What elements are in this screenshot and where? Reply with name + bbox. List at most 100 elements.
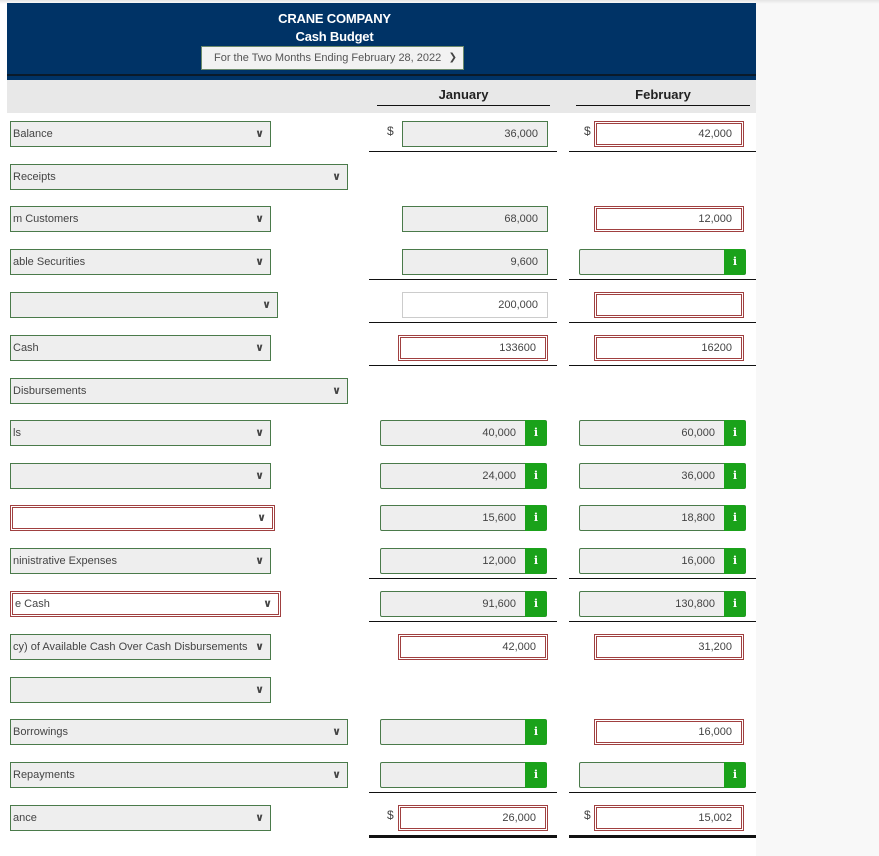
february-amount-input[interactable]: 12,000	[594, 206, 744, 232]
february-total-rule	[569, 835, 756, 838]
amount-value: 9,600	[510, 256, 538, 268]
chevron-down-icon: ∨	[263, 598, 272, 610]
row-label-dropdown[interactable]: ∨	[10, 292, 278, 318]
january-amount-input[interactable]: 36,000	[402, 121, 548, 147]
february-amount-input[interactable]: 15,002	[594, 805, 744, 831]
column-header-february: February	[576, 87, 750, 106]
info-icon[interactable]: i	[724, 505, 746, 531]
dollar-sign: $	[584, 808, 591, 822]
january-amount-input[interactable]: i	[380, 719, 547, 745]
row-label-dropdown[interactable]: cy) of Available Cash Over Cash Disburse…	[10, 634, 271, 660]
january-total-rule	[369, 578, 557, 579]
chevron-down-icon: ∨	[255, 342, 264, 354]
statement-title: Cash Budget	[295, 29, 374, 44]
row-label-dropdown[interactable]: e Cash ∨	[10, 591, 281, 617]
amount-value: 16,000	[681, 555, 715, 567]
february-amount-input[interactable]: 18,800 i	[579, 505, 746, 531]
amount-value: 24,000	[482, 470, 516, 482]
info-icon[interactable]: i	[724, 249, 746, 275]
info-icon[interactable]: i	[525, 505, 547, 531]
row-label-dropdown[interactable]: Balance ∨	[10, 121, 271, 147]
amount-value: 91,600	[482, 598, 516, 610]
row-label-dropdown[interactable]: Receipts ∨	[10, 164, 348, 190]
row-label-dropdown[interactable]: ∨	[10, 463, 271, 489]
february-total-rule	[569, 322, 756, 323]
info-icon[interactable]: i	[525, 420, 547, 446]
row-label-dropdown[interactable]: able Securities ∨	[10, 249, 271, 275]
january-amount-input[interactable]: 12,000 i	[380, 548, 547, 574]
amount-value: 16,000	[698, 726, 732, 738]
row-label-dropdown[interactable]: Repayments ∨	[10, 762, 348, 788]
february-amount-input[interactable]: 16200	[594, 335, 744, 361]
chevron-down-icon: ∨	[255, 213, 264, 225]
info-icon[interactable]: i	[525, 591, 547, 617]
chevron-down-icon: ∨	[332, 385, 341, 397]
february-amount-input[interactable]: 16,000 i	[579, 548, 746, 574]
chevron-down-icon: ∨	[332, 726, 341, 738]
info-icon[interactable]: i	[525, 548, 547, 574]
info-icon[interactable]: i	[724, 591, 746, 617]
row-label-dropdown[interactable]: Borrowings ∨	[10, 719, 348, 745]
chevron-down-icon: ∨	[255, 812, 264, 824]
info-icon[interactable]: i	[525, 719, 547, 745]
february-amount-input[interactable]: 42,000	[594, 121, 744, 147]
row-label-text: ance	[13, 812, 37, 824]
column-header-january: January	[377, 87, 550, 106]
info-icon[interactable]: i	[525, 463, 547, 489]
february-amount-input[interactable]: 31,200	[594, 634, 744, 660]
february-amount-input[interactable]	[594, 292, 744, 318]
row-label-dropdown[interactable]: ninistrative Expenses ∨	[10, 548, 271, 574]
february-total-rule	[569, 279, 756, 280]
february-amount-input[interactable]: 16,000	[594, 719, 744, 745]
january-amount-input[interactable]: 15,600 i	[380, 505, 547, 531]
info-icon[interactable]: i	[525, 762, 547, 788]
chevron-down-icon: ∨	[255, 256, 264, 268]
amount-value: 42,000	[698, 128, 732, 140]
row-label-dropdown[interactable]: ance ∨	[10, 805, 271, 831]
row-label-dropdown[interactable]: Cash ∨	[10, 335, 271, 361]
february-total-rule	[569, 578, 756, 579]
january-amount-input[interactable]: 24,000 i	[380, 463, 547, 489]
february-amount-input[interactable]: 130,800 i	[579, 591, 746, 617]
february-amount-input[interactable]: 36,000 i	[579, 463, 746, 489]
february-amount-input[interactable]: i	[579, 762, 746, 788]
january-amount-input[interactable]: 133600	[398, 335, 548, 361]
january-amount-input[interactable]: 9,600	[402, 249, 548, 275]
row-label-dropdown[interactable]: Disbursements ∨	[10, 378, 348, 404]
amount-value: 42,000	[502, 641, 536, 653]
january-amount-input[interactable]: 68,000	[402, 206, 548, 232]
amount-value: 130,800	[675, 598, 715, 610]
dollar-sign: $	[387, 808, 394, 822]
info-icon[interactable]: i	[724, 762, 746, 788]
info-icon[interactable]: i	[724, 463, 746, 489]
row-label-dropdown[interactable]: ls ∨	[10, 420, 271, 446]
row-label-text: Repayments	[13, 769, 75, 781]
january-amount-input[interactable]: 200,000	[402, 292, 548, 318]
january-amount-input[interactable]: 91,600 i	[380, 591, 547, 617]
january-amount-input[interactable]: 42,000	[398, 634, 548, 660]
january-amount-input[interactable]: i	[380, 762, 547, 788]
row-label-text: able Securities	[13, 256, 86, 268]
february-amount-input[interactable]: i	[579, 249, 746, 275]
chevron-down-icon: ∨	[255, 555, 264, 567]
amount-value: 18,800	[681, 512, 715, 524]
january-amount-input[interactable]: 26,000	[398, 805, 548, 831]
row-label-text: cy) of Available Cash Over Cash Disburse…	[13, 641, 248, 653]
dollar-sign: $	[387, 124, 394, 138]
amount-value: 36,000	[681, 470, 715, 482]
period-dropdown[interactable]: For the Two Months Ending February 28, 2…	[201, 46, 464, 70]
info-icon[interactable]: i	[724, 420, 746, 446]
budget-header: CRANE COMPANY Cash Budget For the Two Mo…	[7, 3, 756, 80]
amount-value: 133600	[499, 342, 536, 354]
row-label-dropdown[interactable]: ∨	[10, 677, 271, 703]
chevron-down-icon: ∨	[255, 641, 264, 653]
row-label-text: Disbursements	[13, 385, 87, 397]
january-total-rule	[369, 365, 557, 366]
amount-value: 12,000	[482, 555, 516, 567]
january-total-rule	[369, 621, 557, 622]
row-label-dropdown[interactable]: ∨	[10, 505, 275, 531]
february-amount-input[interactable]: 60,000 i	[579, 420, 746, 446]
january-amount-input[interactable]: 40,000 i	[380, 420, 547, 446]
info-icon[interactable]: i	[724, 548, 746, 574]
row-label-dropdown[interactable]: m Customers ∨	[10, 206, 271, 232]
